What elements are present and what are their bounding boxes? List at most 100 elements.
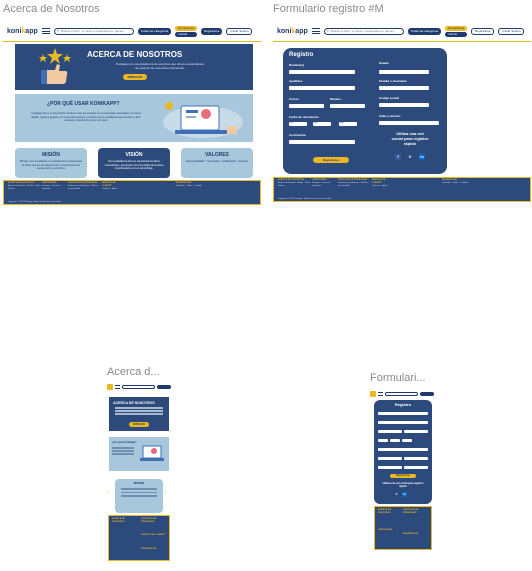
search-input[interactable]: [385, 392, 418, 396]
mobile-hero-title: ACERCA DE NOSOTROS: [113, 401, 155, 405]
acerca-mobile-frame: ACERCA DE NOSOTROS EMPEZAR ¿Por qué Koni…: [107, 383, 171, 563]
menu-icon[interactable]: [311, 28, 320, 34]
why-section: ¿POR QUÉ USAR KONIKAPP? Konikapp ofrece …: [15, 94, 253, 142]
categories-button[interactable]: Todas las categorías: [137, 27, 172, 35]
mobile-footer: ACERCA DE NOSOTROS POLÍTICAS DE PRIVACID…: [374, 506, 432, 550]
numero-field[interactable]: [404, 430, 428, 433]
footer-col-social: SÍGUENOS EN Facebook · Twitter · LinkedIn: [176, 182, 202, 187]
ciudad-select[interactable]: [379, 86, 429, 90]
mobile-social-title: Utiliza una red social para registro ráp…: [382, 482, 424, 488]
dia-select[interactable]: [378, 439, 388, 442]
fecha-label: Fecha de nacimiento: [289, 115, 319, 119]
why-title: ¿POR QUÉ USAR KONIKAPP?: [47, 101, 120, 107]
menu-icon[interactable]: [378, 392, 383, 396]
contrasena-field[interactable]: [289, 140, 355, 144]
carousel-prev-icon[interactable]: ‹: [107, 489, 109, 495]
vision-card: VISIÓN Ser la plataforma líder en interc…: [98, 148, 170, 178]
mobile-registrarse-button[interactable]: Registrarse: [390, 474, 416, 478]
footer-copyright: Copyright © 2023 Konikapp. Todos los der…: [278, 198, 332, 200]
apellidos-field[interactable]: [378, 421, 428, 424]
logo-icon[interactable]: [107, 384, 113, 390]
linkedin-icon[interactable]: in: [419, 154, 425, 160]
footer-col-service: SERVICIO AL CLIENTE Contacto · Ayuda: [372, 179, 388, 187]
correo-field[interactable]: [289, 104, 324, 108]
cp-field[interactable]: [379, 103, 429, 107]
twitter-x-icon[interactable]: X: [407, 154, 413, 160]
correo-label: Correo: [289, 97, 299, 101]
menu-icon[interactable]: [41, 28, 50, 34]
mes-select[interactable]: [390, 439, 400, 442]
mobile-header: [370, 390, 434, 398]
nombre-field[interactable]: [378, 412, 428, 415]
categories-button[interactable]: [420, 392, 434, 396]
register-button[interactable]: Registrarse: [471, 27, 495, 35]
login-button[interactable]: Iniciar Sesión: [226, 27, 253, 35]
numero-label: Número: [330, 97, 342, 101]
calle-field[interactable]: [404, 466, 428, 469]
mobile-form-title: Registro: [394, 402, 412, 407]
contrasena-field[interactable]: [378, 448, 428, 451]
valores-card: VALORES Responsabilidad · Honestidad · C…: [181, 148, 253, 178]
vision-text: Ser la plataforma líder en intercambio d…: [104, 160, 164, 170]
cart-button[interactable]: Carrito: [445, 31, 468, 37]
correo-field[interactable]: [378, 430, 402, 433]
search-icon: ⚲: [326, 29, 329, 33]
mobile-footer: ACERCA DE NOSOTROS POLÍTICAS DE PRIVACID…: [108, 515, 170, 561]
search-input[interactable]: ⚲ Busca un libro, un título o búsqueda p…: [323, 27, 404, 35]
contrasena-label: Contraseña: [289, 133, 306, 137]
frame-label-acerca-mobile: Acerca d...: [107, 366, 160, 378]
valores-text: Responsabilidad · Honestidad · Colaborac…: [186, 160, 248, 163]
hero-start-button[interactable]: EMPEZAR: [123, 74, 147, 80]
hero-text: Konikapp es una plataforma de servicios …: [116, 62, 204, 70]
registro-desktop-frame: konikapp ⚲ Busca un libro, un título o b…: [273, 20, 531, 205]
register-button[interactable]: Registrarse: [201, 27, 223, 35]
header-divider: [273, 41, 531, 42]
donate-button[interactable]: Donaciones: [445, 25, 468, 31]
calle-field[interactable]: [379, 121, 439, 125]
footer-col-service: SERVICIO AL CLIENTE Contacto · Ayuda: [102, 182, 118, 190]
registrarse-button[interactable]: Registrarse: [313, 157, 349, 163]
frame-label-registro-desktop: Formulario registro #M: [273, 3, 384, 15]
thumbs-up-illustration: [39, 48, 71, 84]
mobile-hero-button[interactable]: EMPEZAR: [129, 422, 149, 427]
why-text: Konikapp ofrece el intercambio de libros…: [31, 112, 141, 122]
logo[interactable]: konikapp: [277, 28, 308, 35]
cart-button[interactable]: Carrito: [175, 31, 198, 37]
numero-field[interactable]: [330, 104, 365, 108]
ano-select[interactable]: Año: [339, 122, 357, 126]
categories-button[interactable]: Todas las categorías: [407, 27, 442, 35]
header: konikapp ⚲ Busca un libro, un título o b…: [3, 20, 261, 42]
registro-form: Registro Nombre(s) Apellidos Correo Núme…: [283, 48, 447, 174]
menu-icon[interactable]: [115, 385, 120, 389]
carousel-next-icon[interactable]: ›: [165, 489, 167, 495]
mes-select[interactable]: Mes: [313, 122, 331, 126]
twitter-x-icon[interactable]: X: [394, 492, 399, 497]
cp-field[interactable]: [378, 466, 402, 469]
search-input[interactable]: ⚲ Busca un libro, un título o búsqueda p…: [53, 27, 134, 35]
nombre-field[interactable]: [289, 70, 355, 74]
estado-select[interactable]: [378, 457, 402, 460]
social-title: Utiliza una red social para registro ráp…: [391, 131, 429, 146]
donate-button[interactable]: Donaciones: [175, 25, 198, 31]
mobile-why-title: ¿Por qué Konikapp?: [112, 441, 137, 444]
footer-col-categories: CATEGORÍAS Literatura · Ciencias · Ingeni…: [312, 179, 332, 187]
categories-button[interactable]: [157, 385, 171, 389]
dia-select[interactable]: Día: [289, 122, 307, 126]
ciudad-select[interactable]: [404, 457, 428, 460]
facebook-icon[interactable]: f: [395, 154, 401, 160]
frame-label-acerca-desktop: Acerca de Nosotros: [3, 3, 100, 15]
login-button[interactable]: Iniciar Sesión: [498, 27, 525, 35]
header-divider: [3, 41, 261, 42]
logo[interactable]: konikapp: [7, 28, 38, 35]
hero-section: ACERCA DE NOSOTROS Konikapp es una plata…: [15, 44, 253, 90]
footer-col-about: ACERCA DE NOSOTROS Acerca de Nosotros · M…: [8, 182, 42, 190]
apellidos-field[interactable]: [289, 86, 355, 90]
estado-select[interactable]: [379, 70, 429, 74]
calle-label: Calle y número: [379, 114, 401, 118]
laptop-illustration: [140, 445, 164, 461]
linkedin-icon[interactable]: in: [402, 492, 407, 497]
search-input[interactable]: [122, 385, 155, 389]
logo-icon[interactable]: [370, 391, 376, 397]
ano-select[interactable]: [402, 439, 412, 442]
mision-text: Brindar a los estudiantes una plataforma…: [20, 160, 82, 170]
